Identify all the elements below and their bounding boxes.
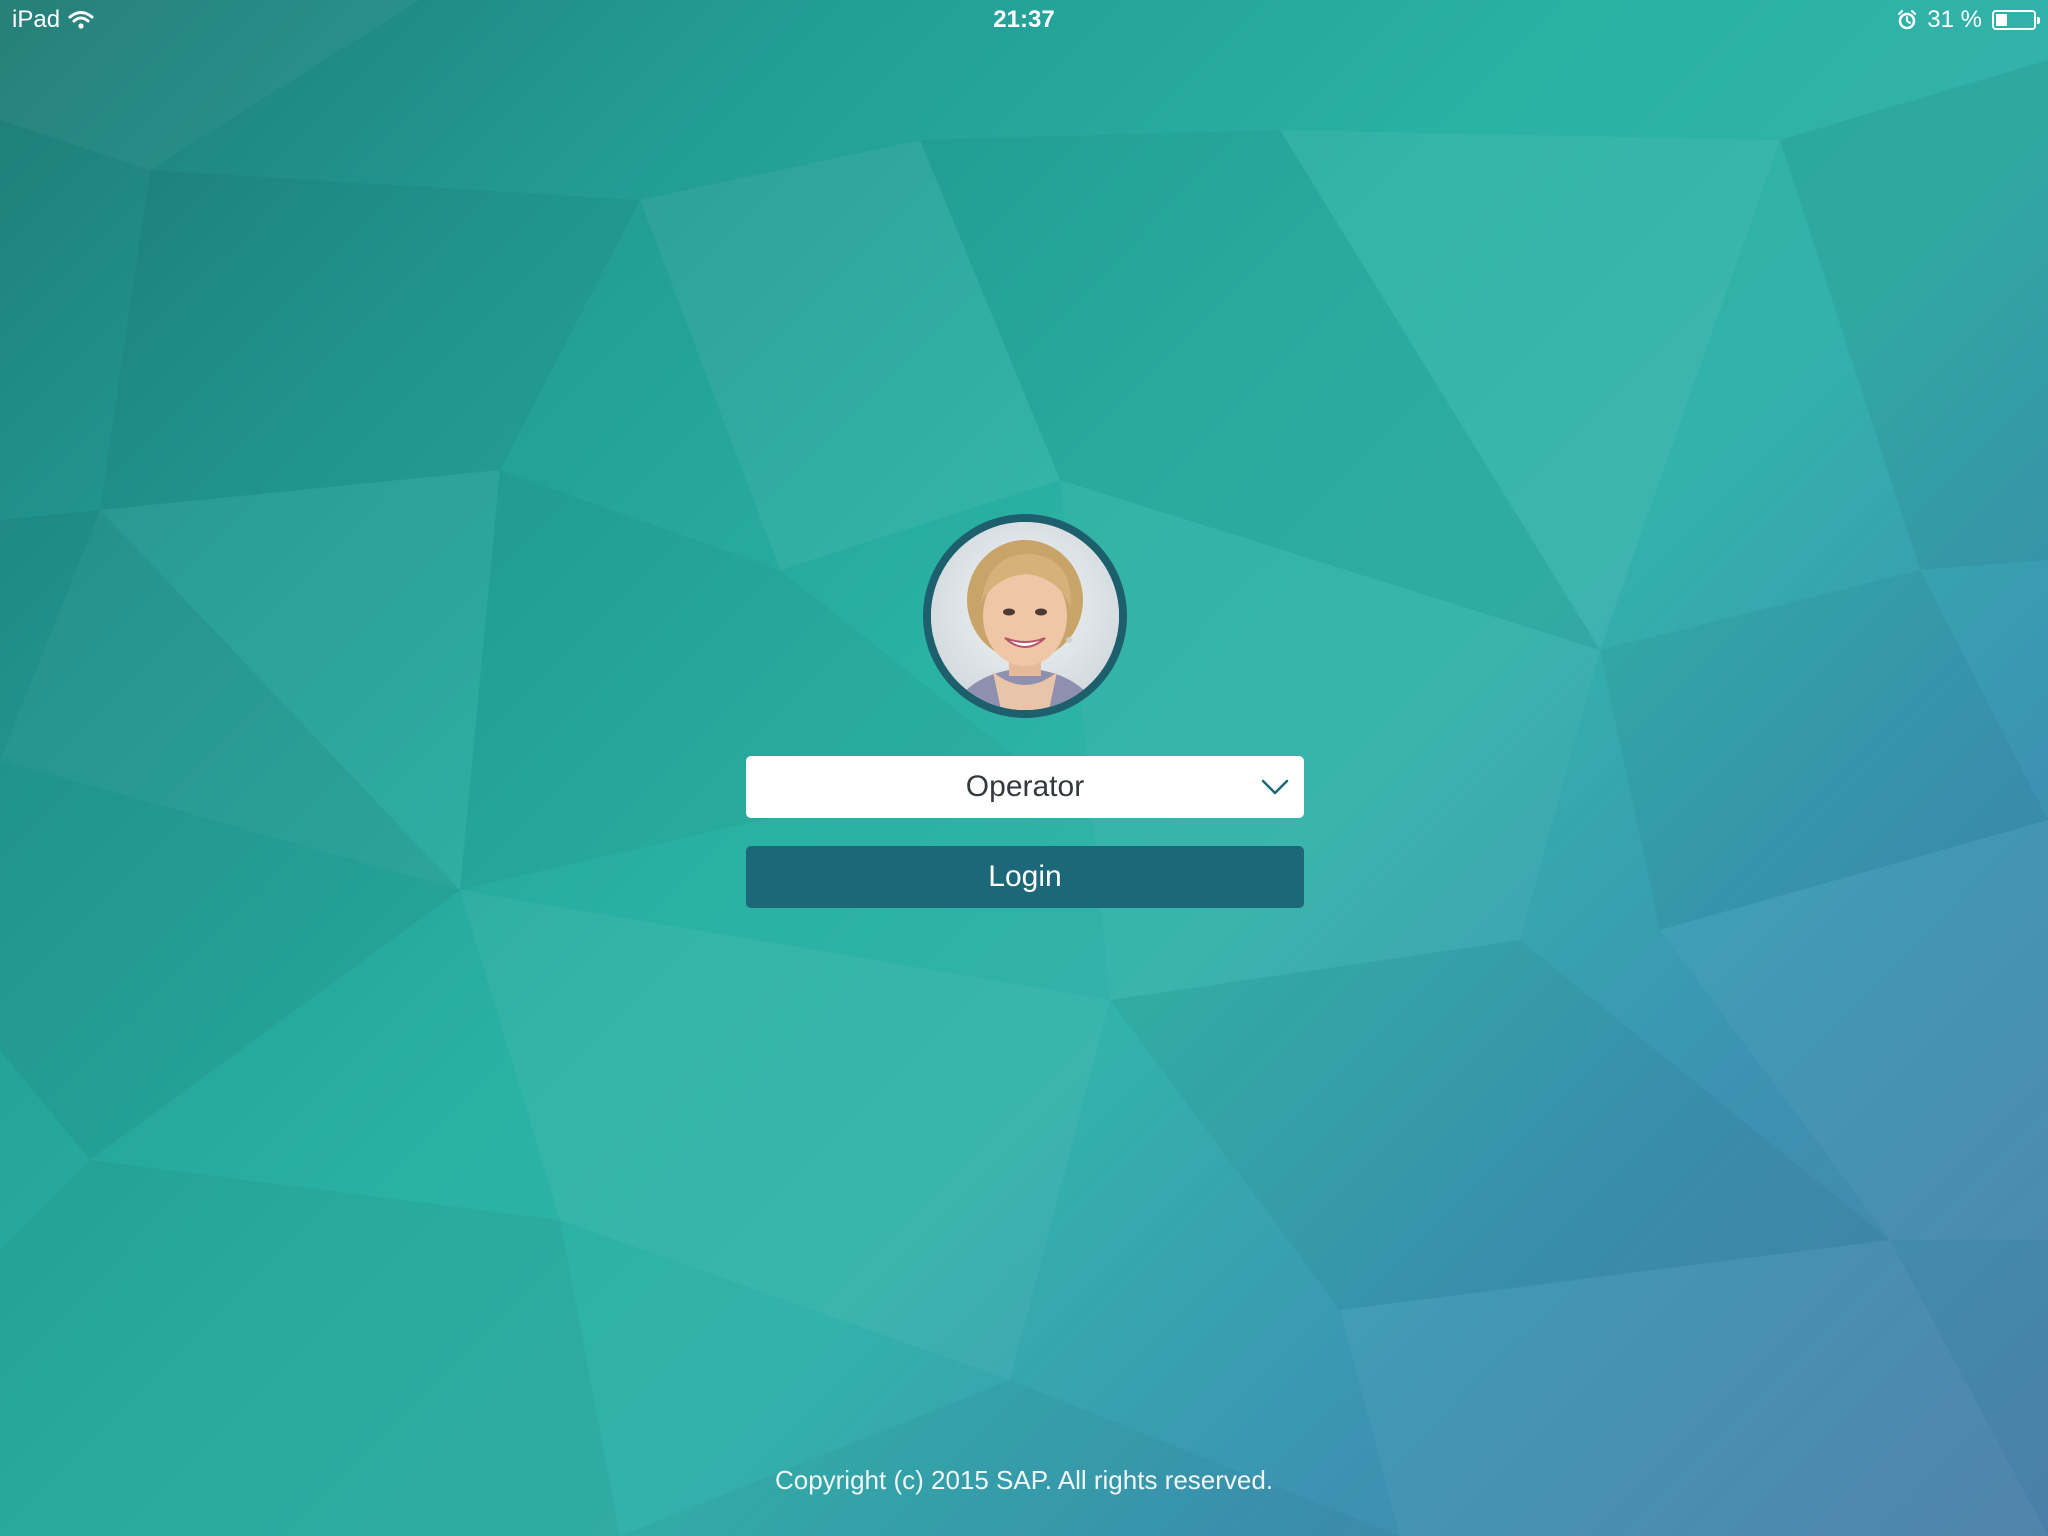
alarm-icon	[1898, 10, 1917, 30]
avatar-ring	[923, 514, 1127, 718]
avatar	[931, 522, 1119, 710]
battery-fill	[1996, 14, 2007, 26]
user-avatar-image	[931, 522, 1119, 710]
battery-percent: 31 %	[1927, 6, 1982, 33]
status-bar: iPad 21:37 31 %	[0, 0, 2048, 40]
battery-tip	[2037, 17, 2040, 24]
status-right: 31 %	[1897, 6, 2040, 34]
chevron-down-icon	[1261, 779, 1289, 795]
status-time: 21:37	[993, 6, 1055, 33]
login-button[interactable]: Login	[746, 846, 1304, 908]
login-screen: iPad 21:37 31 % Operator Login Copyright…	[0, 0, 2048, 1536]
role-select-value: Operator	[965, 770, 1085, 803]
role-select[interactable]: Operator	[746, 756, 1304, 818]
battery-icon	[1992, 10, 2040, 30]
copyright-text: Copyright (c) 2015 SAP. All rights reser…	[774, 1465, 1274, 1495]
